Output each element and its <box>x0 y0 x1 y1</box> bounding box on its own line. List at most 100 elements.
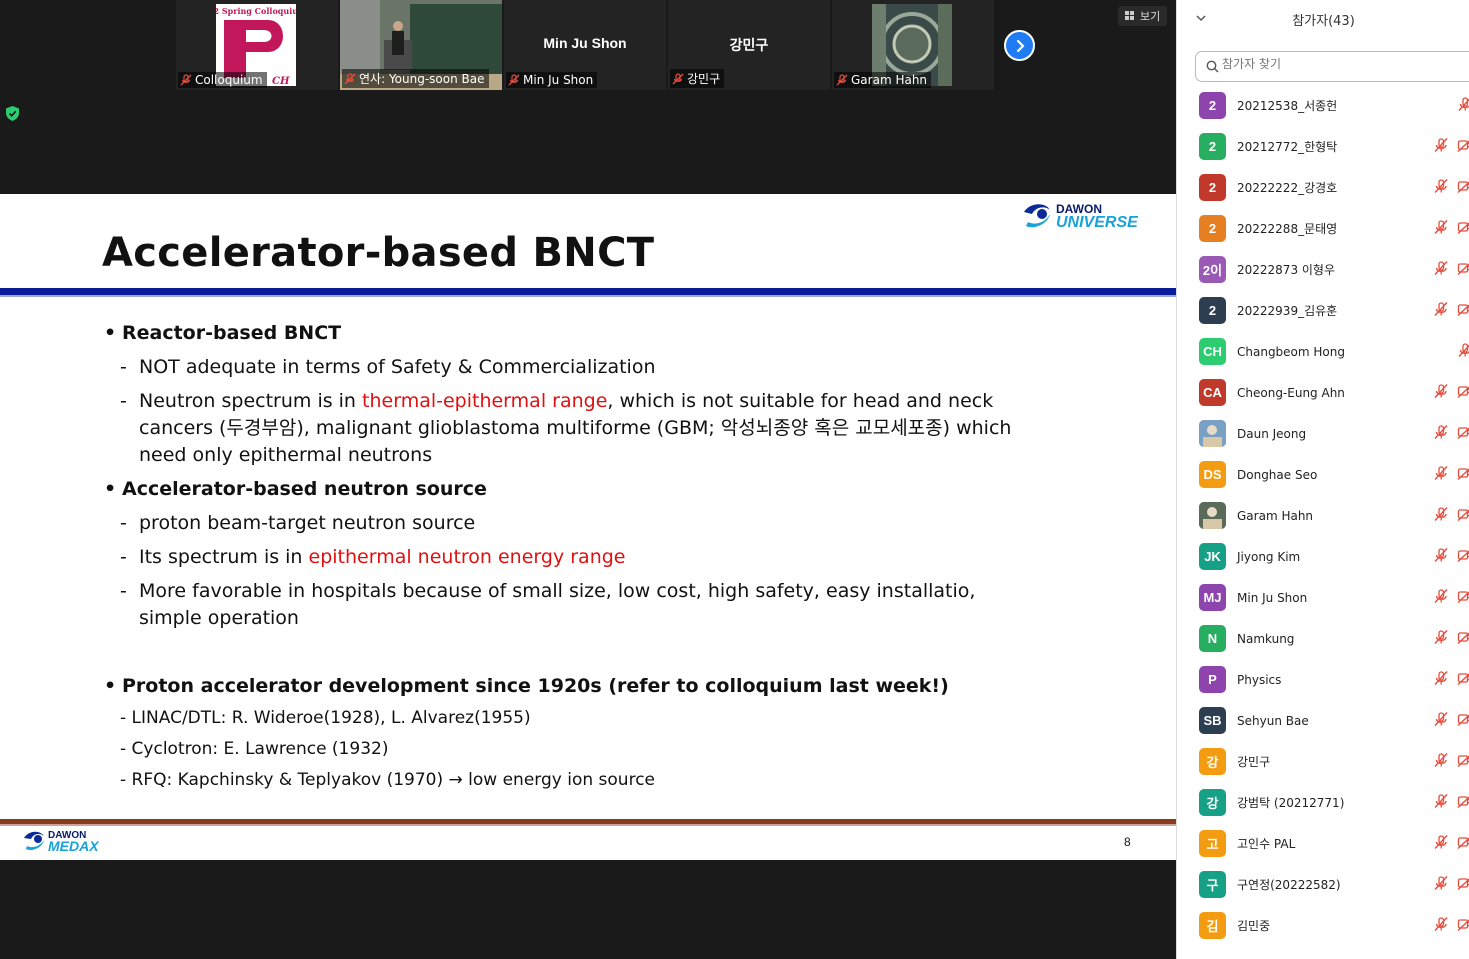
shield-check-icon[interactable] <box>6 106 19 125</box>
mic-off-icon[interactable] <box>1433 137 1449 157</box>
mic-off-icon[interactable] <box>1457 96 1469 116</box>
participant-display-name: Min Ju Shon <box>543 35 627 51</box>
avatar-initials: JK <box>1204 549 1221 564</box>
dawon-universe-logo: DAWON UNIVERSE <box>1024 202 1139 230</box>
next-page-button[interactable] <box>1004 30 1035 61</box>
video-off-icon[interactable] <box>1457 711 1469 731</box>
mic-off-icon[interactable] <box>1433 424 1449 444</box>
mic-off-icon[interactable] <box>1433 506 1449 526</box>
participant-row[interactable]: Daun Jeong <box>1177 413 1469 454</box>
participant-row[interactable]: Garam Hahn <box>1177 495 1469 536</box>
avatar-initials: 고 <box>1206 837 1219 852</box>
mic-off-icon[interactable] <box>1433 670 1449 690</box>
mic-off-icon[interactable] <box>1433 834 1449 854</box>
mic-off-icon[interactable] <box>1433 178 1449 198</box>
video-off-icon[interactable] <box>1457 834 1469 854</box>
video-off-icon[interactable] <box>1457 588 1469 608</box>
participant-row[interactable]: 2 20222939_김유훈 <box>1177 290 1469 331</box>
mic-off-icon[interactable] <box>1433 793 1449 813</box>
tile-name-bar: 연사: Young-soon Bae <box>342 69 489 88</box>
video-off-icon[interactable] <box>1457 178 1469 198</box>
participant-row[interactable]: 2이 20222873 이형우 <box>1177 249 1469 290</box>
view-button[interactable]: 보기 <box>1118 6 1168 26</box>
video-tile[interactable]: '22 Spring Colloquium CH Colloquium <box>176 0 338 90</box>
participant-row[interactable]: 2 20212538_서종헌 <box>1177 85 1469 126</box>
participant-row[interactable]: 김 김민중 <box>1177 905 1469 946</box>
dawon-medax-logo: DAWON MEDAX <box>24 830 100 854</box>
participant-row[interactable]: N Namkung <box>1177 618 1469 659</box>
mic-off-icon[interactable] <box>1433 260 1449 280</box>
avatar: 고 <box>1199 830 1226 857</box>
mic-off-icon[interactable] <box>1433 219 1449 239</box>
avatar-initials: SB <box>1203 713 1222 728</box>
participant-row[interactable]: JK Jiyong Kim <box>1177 536 1469 577</box>
participant-row[interactable]: 2 20222222_강경호 <box>1177 167 1469 208</box>
mic-off-icon[interactable] <box>1433 752 1449 772</box>
view-button-label: 보기 <box>1140 10 1161 23</box>
video-off-icon[interactable] <box>1457 260 1469 280</box>
participant-row[interactable]: 구 구연정(20222582) <box>1177 864 1469 905</box>
avatar-initials: 강 <box>1206 755 1219 770</box>
video-off-icon[interactable] <box>1457 670 1469 690</box>
mic-off-icon[interactable] <box>1433 547 1449 567</box>
video-off-icon[interactable] <box>1457 506 1469 526</box>
video-off-icon[interactable] <box>1457 752 1469 772</box>
avatar-photo <box>1199 420 1226 447</box>
mic-off-icon[interactable] <box>1433 383 1449 403</box>
avatar <box>1199 420 1226 447</box>
video-tile[interactable]: 연사: Young-soon Bae <box>340 0 502 90</box>
participant-name: Changbeom Hong <box>1237 344 1345 359</box>
video-tile[interactable]: 강민구 강민구 <box>668 0 830 90</box>
mic-off-icon[interactable] <box>1433 916 1449 936</box>
participant-row[interactable]: CA Cheong-Eung Ahn <box>1177 372 1469 413</box>
bullet-heading-text: Proton accelerator development since 192… <box>122 675 949 697</box>
bullet-heading: • Accelerator-based neutron source <box>104 478 487 500</box>
avatar-initials: 구 <box>1206 878 1219 893</box>
video-off-icon[interactable] <box>1457 424 1469 444</box>
mic-off-icon[interactable] <box>1433 629 1449 649</box>
participant-row[interactable]: 2 20212772_한형탁 <box>1177 126 1469 167</box>
avatar: 강 <box>1199 789 1226 816</box>
avatar: CA <box>1199 379 1226 406</box>
search-input[interactable] <box>1222 57 1462 71</box>
video-off-icon[interactable] <box>1457 793 1469 813</box>
participant-row[interactable]: P Physics <box>1177 659 1469 700</box>
participant-row[interactable]: 강 강범탁 (20212771) <box>1177 782 1469 823</box>
video-off-icon[interactable] <box>1457 547 1469 567</box>
video-off-icon[interactable] <box>1457 875 1469 895</box>
participant-row[interactable]: 강 강민구 <box>1177 741 1469 782</box>
mic-off-icon[interactable] <box>1433 875 1449 895</box>
slide-page-number: 8 <box>1124 835 1131 849</box>
participant-row[interactable]: MJ Min Ju Shon <box>1177 577 1469 618</box>
mic-off-icon[interactable] <box>1433 465 1449 485</box>
participant-row[interactable]: CH Changbeom Hong <box>1177 331 1469 372</box>
mic-off-icon[interactable] <box>1433 301 1449 321</box>
participant-row[interactable]: SB Sehyun Bae <box>1177 700 1469 741</box>
participant-search[interactable] <box>1195 51 1469 82</box>
mic-off-icon[interactable] <box>1433 711 1449 731</box>
avatar-initials: DS <box>1203 467 1222 482</box>
video-tile[interactable]: Min Ju Shon Min Ju Shon <box>504 0 666 90</box>
participant-row[interactable]: DS Donghae Seo <box>1177 454 1469 495</box>
video-off-icon[interactable] <box>1457 916 1469 936</box>
mic-off-icon[interactable] <box>1433 588 1449 608</box>
participant-list: 2 20212538_서종헌 2 20212772_한형탁 2 20222222_강경호 2… <box>1177 85 1469 946</box>
video-off-icon[interactable] <box>1457 629 1469 649</box>
avatar: 2 <box>1199 133 1226 160</box>
avatar: DS <box>1199 461 1226 488</box>
title-divider-shadow <box>0 295 1176 297</box>
mic-off-icon[interactable] <box>1457 342 1469 362</box>
video-off-icon[interactable] <box>1457 465 1469 485</box>
avatar: 2 <box>1199 297 1226 324</box>
avatar: JK <box>1199 543 1226 570</box>
participant-row[interactable]: 2 20222288_문태영 <box>1177 208 1469 249</box>
video-tile[interactable]: Garam Hahn <box>832 0 994 90</box>
video-off-icon[interactable] <box>1457 301 1469 321</box>
panel-header: 참가자(43) <box>1177 0 1469 40</box>
video-off-icon[interactable] <box>1457 219 1469 239</box>
svg-text:MEDAX: MEDAX <box>48 838 100 854</box>
video-off-icon[interactable] <box>1457 383 1469 403</box>
mic-off-icon <box>508 74 520 86</box>
participant-row[interactable]: 고 고인수 PAL <box>1177 823 1469 864</box>
video-off-icon[interactable] <box>1457 137 1469 157</box>
